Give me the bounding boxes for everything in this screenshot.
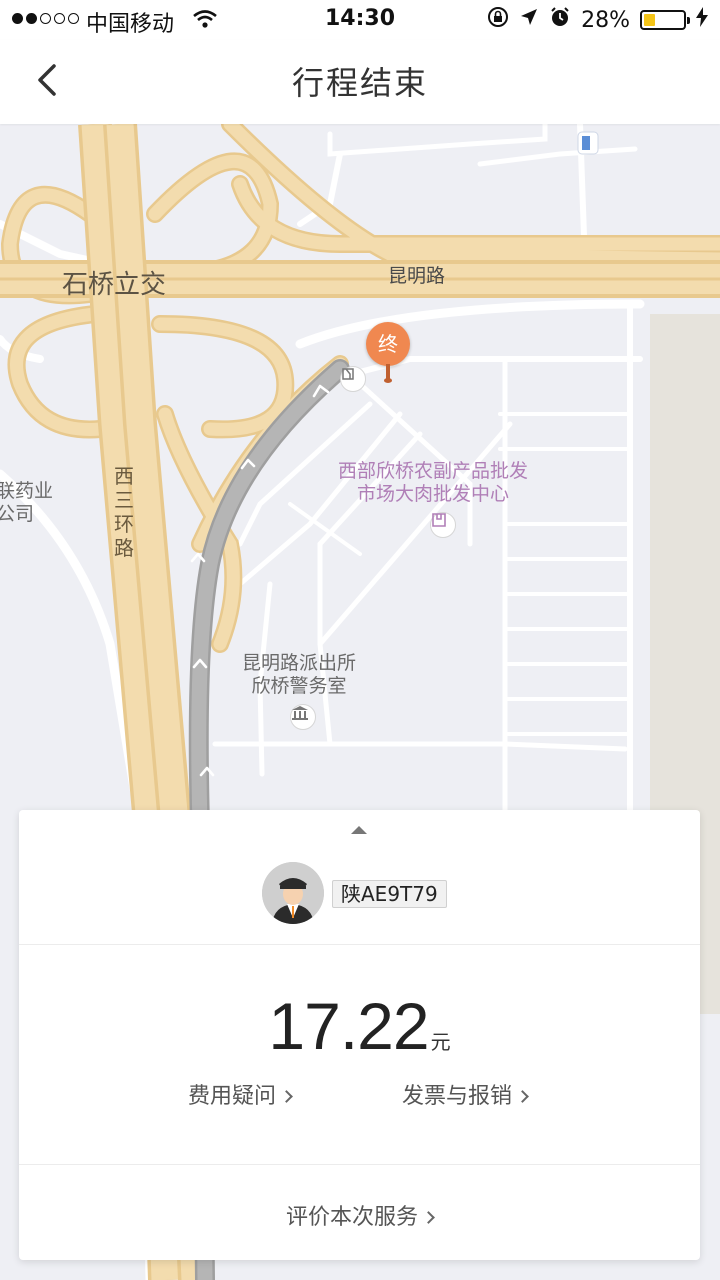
- chevron-right-icon: [516, 1090, 529, 1103]
- end-location-marker[interactable]: 终: [366, 322, 410, 386]
- fare-display[interactable]: 17.22 元: [19, 988, 700, 1064]
- chevron-right-icon: [280, 1090, 293, 1103]
- map-label-market: 西部欣桥农副产品批发 市场大肉批发中心: [338, 460, 528, 506]
- invoice-label: 发票与报销: [402, 1084, 513, 1109]
- divider: [19, 944, 700, 945]
- map-label-pharma-line1: 联药业: [0, 480, 54, 502]
- map-label-pharma: 联药业 公司: [0, 480, 53, 526]
- map-label-police-line1: 昆明路派出所: [242, 652, 357, 674]
- rate-service-label: 评价本次服务: [285, 1205, 418, 1230]
- fare-amount: 17.22: [268, 989, 429, 1063]
- shop-poi-icon[interactable]: [340, 366, 366, 392]
- map-label-kunming-road: 昆明路: [388, 265, 446, 287]
- market-poi-icon[interactable]: [430, 512, 456, 538]
- expand-handle-icon[interactable]: [351, 826, 367, 834]
- divider: [19, 1164, 700, 1165]
- alarm-icon: [549, 6, 571, 34]
- end-marker-label: 终: [366, 322, 410, 366]
- status-bar: 中国移动 14:30 28%: [0, 0, 720, 40]
- police-station-icon[interactable]: [290, 704, 316, 730]
- fee-question-label: 费用疑问: [188, 1084, 277, 1109]
- map-label-west-ring-road: 西三环路: [114, 464, 134, 560]
- trip-summary-card: 陕AE9T79 17.22 元 费用疑问 发票与报销 评价本次服务: [19, 810, 700, 1260]
- map-label-police: 昆明路派出所 欣桥警务室: [242, 652, 356, 698]
- map-label-market-line2: 市场大肉批发中心: [357, 483, 510, 505]
- invoice-link[interactable]: 发票与报销: [402, 1078, 529, 1110]
- page-title: 行程结束: [291, 64, 428, 102]
- fare-unit: 元: [430, 1030, 451, 1054]
- map-label-pharma-line2: 公司: [0, 503, 35, 525]
- rate-service-link[interactable]: 评价本次服务: [19, 1199, 700, 1231]
- driver-avatar[interactable]: [262, 862, 324, 924]
- nav-bar: 行程结束: [0, 40, 720, 124]
- rotation-lock-icon: [487, 6, 509, 34]
- battery-icon: [640, 10, 690, 30]
- location-arrow-icon: [519, 7, 539, 33]
- map-label-market-line1: 西部欣桥农副产品批发: [338, 460, 529, 482]
- license-plate: 陕AE9T79: [332, 880, 447, 908]
- battery-percent: 28%: [581, 7, 630, 33]
- charging-icon: [696, 7, 708, 33]
- map-label-interchange: 石桥立交: [62, 270, 167, 300]
- map-label-police-line2: 欣桥警务室: [251, 675, 347, 697]
- chevron-right-icon: [422, 1211, 435, 1224]
- fee-question-link[interactable]: 费用疑问: [188, 1078, 293, 1110]
